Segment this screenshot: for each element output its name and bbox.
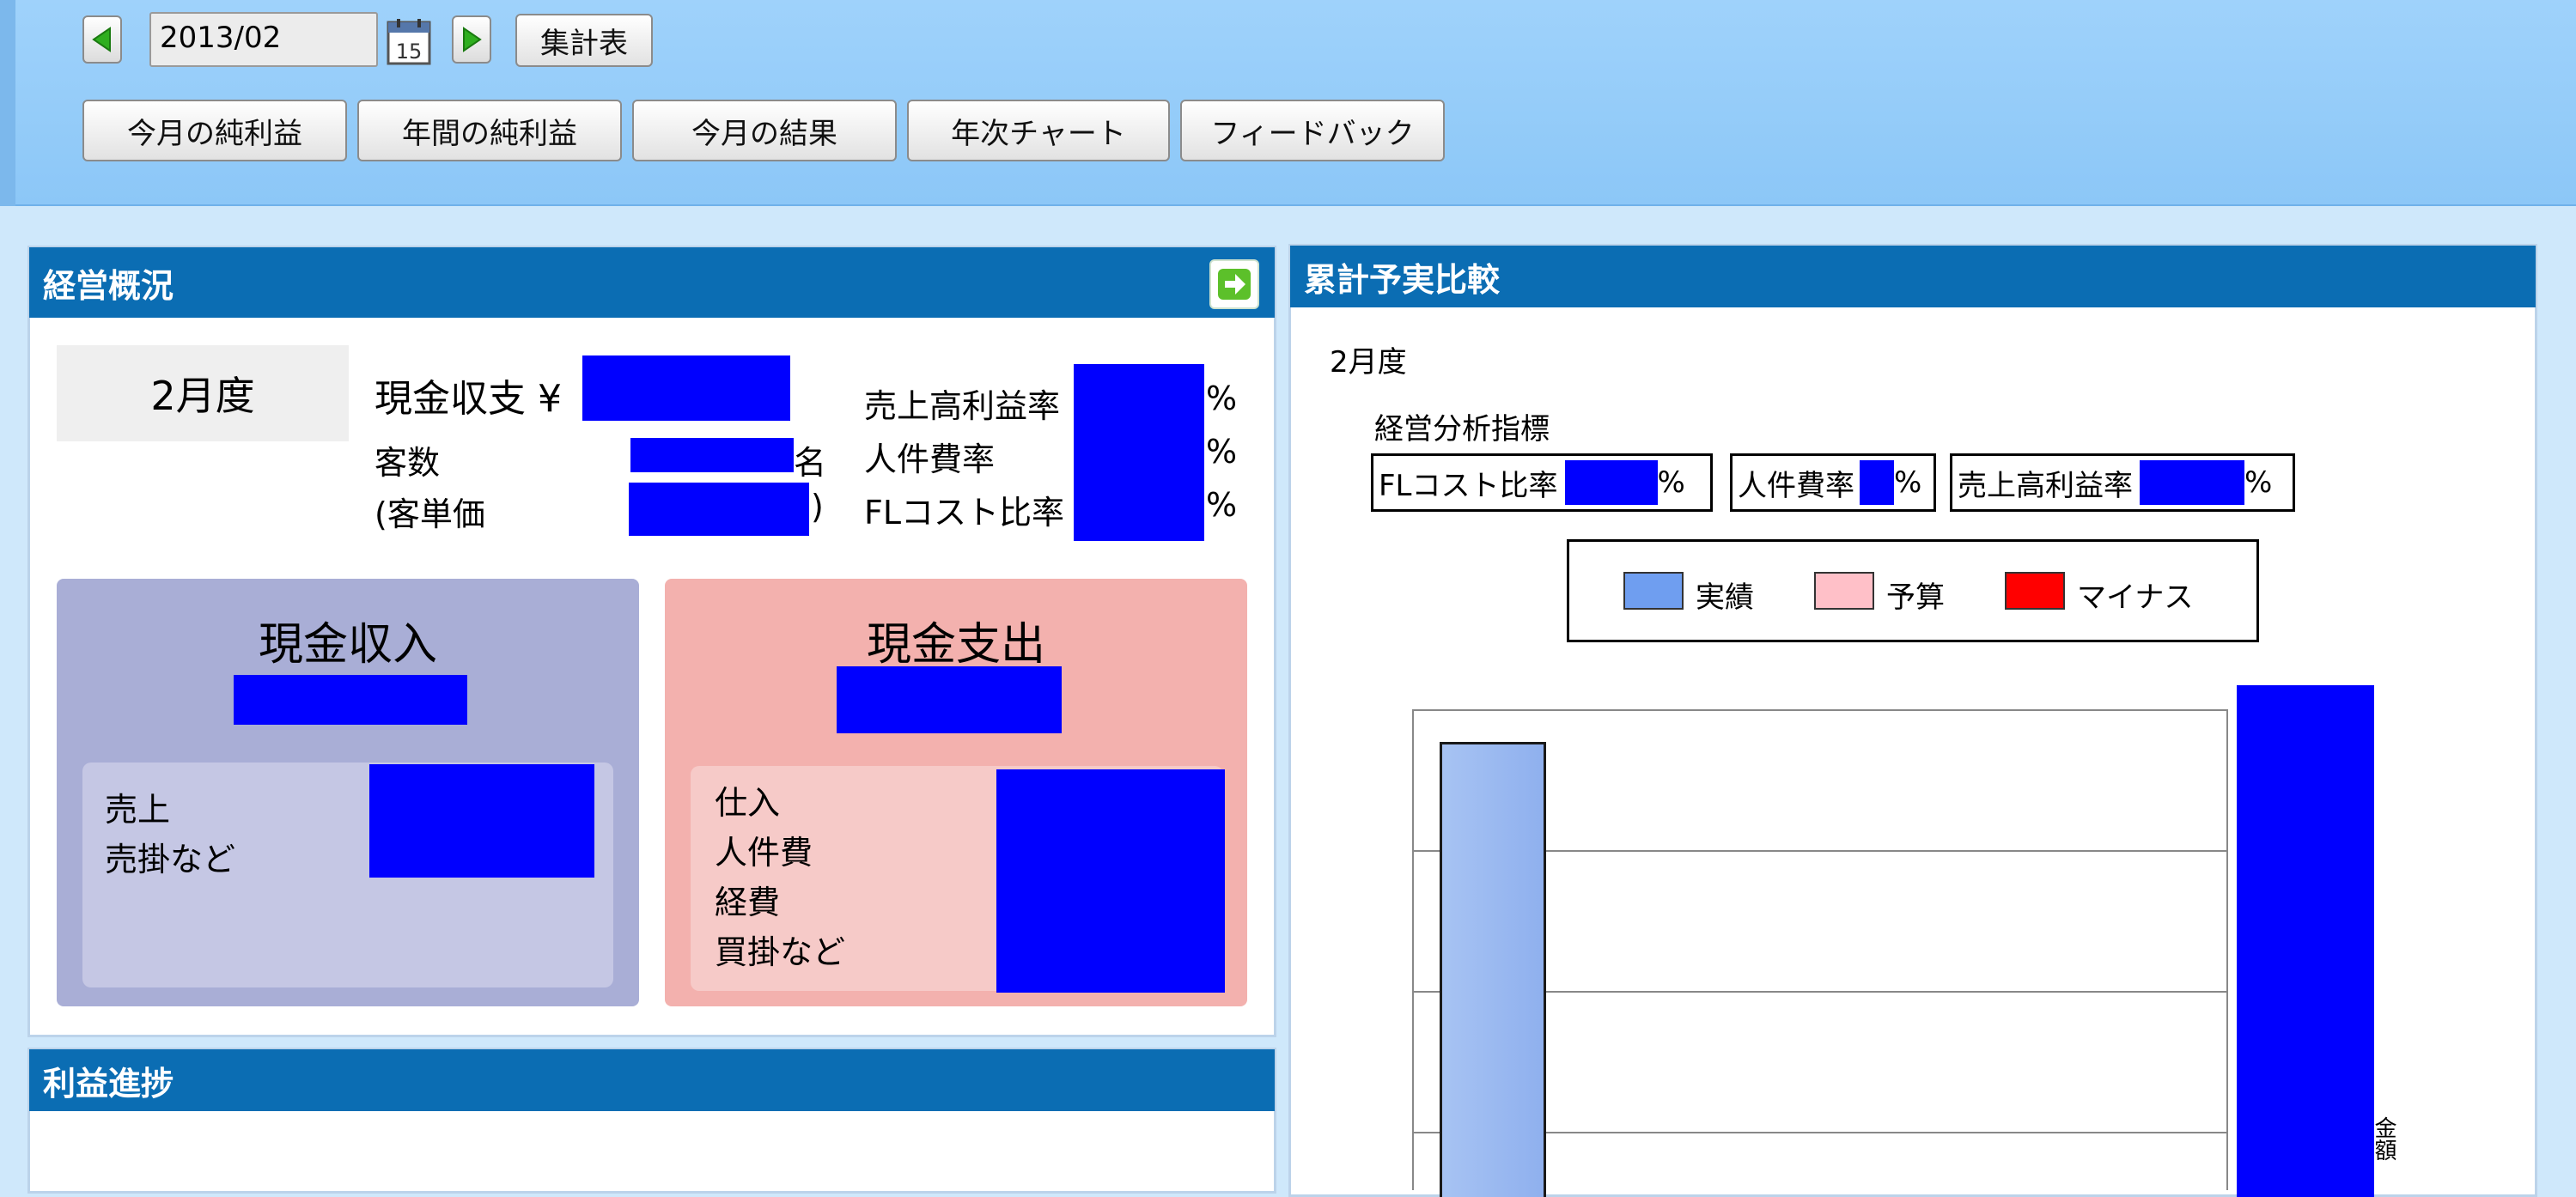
toolbar-edge bbox=[0, 0, 15, 206]
unit-price-label: (客単価 bbox=[375, 495, 485, 533]
indicator-profit-value bbox=[2140, 460, 2244, 505]
legend-swatch-actual bbox=[1623, 572, 1684, 610]
indicator-fl-value bbox=[1564, 460, 1658, 505]
month-date-input[interactable]: 2013/02 bbox=[149, 12, 378, 67]
comparison-month-label: 2月度 bbox=[1330, 345, 1407, 380]
sales-profit-rate-label: 売上高利益率 bbox=[864, 387, 1061, 425]
indicator-profit-percent: % bbox=[2244, 465, 2273, 500]
income-item-receivables: 売掛など bbox=[105, 841, 236, 878]
unit-price-close: ) bbox=[811, 488, 824, 526]
overview-title: 経営概況 bbox=[43, 266, 174, 305]
profit-progress-header: 利益進捗 bbox=[29, 1049, 1275, 1111]
labor-rate-percent: % bbox=[1206, 433, 1238, 471]
arrow-left-icon bbox=[92, 27, 111, 52]
unit-price-value bbox=[629, 483, 809, 536]
cash-expense-value bbox=[837, 666, 1062, 733]
ratios-values bbox=[1074, 364, 1204, 541]
indicator-profit: 売上高利益率 % bbox=[1950, 453, 2295, 512]
tab-annual-net-profit[interactable]: 年間の純利益 bbox=[357, 100, 622, 161]
overview-detail-button[interactable] bbox=[1209, 259, 1259, 309]
labor-rate-label: 人件費率 bbox=[864, 441, 996, 478]
indicator-labor-label: 人件費率 bbox=[1738, 468, 1854, 503]
chart-redacted-block bbox=[2237, 685, 2374, 1197]
profit-progress-title: 利益進捗 bbox=[43, 1064, 174, 1103]
calendar-icon[interactable]: 15 bbox=[387, 17, 431, 65]
overview-header: 経営概況 bbox=[29, 247, 1275, 318]
cash-income-value bbox=[234, 675, 467, 725]
indicator-labor: 人件費率 % bbox=[1730, 453, 1936, 512]
legend-label-minus: マイナス bbox=[2077, 580, 2194, 615]
indicator-fl-percent: % bbox=[1657, 465, 1685, 500]
fl-cost-percent: % bbox=[1206, 486, 1238, 524]
indicator-fl-label: FLコスト比率 bbox=[1379, 468, 1558, 503]
customers-value bbox=[630, 438, 794, 472]
summary-table-button[interactable]: 集計表 bbox=[515, 14, 653, 67]
indicators-title: 経営分析指標 bbox=[1374, 412, 1550, 447]
legend-swatch-budget bbox=[1814, 572, 1874, 610]
tab-monthly-net-profit[interactable]: 今月の純利益 bbox=[82, 100, 347, 161]
customers-unit: 名 bbox=[794, 444, 827, 482]
chart-axis-label: 金額 bbox=[2371, 1116, 2396, 1161]
legend-label-actual: 実績 bbox=[1696, 580, 1754, 615]
tab-monthly-results[interactable]: 今月の結果 bbox=[632, 100, 897, 161]
cash-balance-label: 現金収支 ¥ bbox=[375, 377, 562, 421]
customers-label: 客数 bbox=[375, 444, 441, 482]
legend-label-budget: 予算 bbox=[1886, 580, 1945, 615]
tab-annual-chart[interactable]: 年次チャート bbox=[907, 100, 1170, 161]
overview-month-label: 2月度 bbox=[57, 345, 349, 441]
comparison-title: 累計予実比較 bbox=[1304, 260, 1501, 299]
sales-profit-rate-percent: % bbox=[1206, 380, 1238, 417]
tab-feedback[interactable]: フィードバック bbox=[1180, 100, 1445, 161]
expense-item-expenses: 経費 bbox=[715, 884, 781, 921]
expense-detail-value bbox=[996, 769, 1225, 993]
arrow-right-icon bbox=[463, 27, 482, 52]
chart-bar-actual bbox=[1440, 742, 1546, 1197]
indicator-fl-cost: FLコスト比率 % bbox=[1371, 453, 1713, 512]
expense-item-purchases: 仕入 bbox=[715, 784, 781, 822]
income-item-sales: 売上 bbox=[105, 791, 171, 829]
arrow-right-icon bbox=[1218, 269, 1251, 300]
indicator-labor-value bbox=[1860, 460, 1894, 505]
indicator-labor-percent: % bbox=[1894, 465, 1922, 500]
cash-expense-title: 現金支出 bbox=[866, 619, 1045, 671]
indicator-profit-label: 売上高利益率 bbox=[1958, 468, 2133, 503]
income-detail-value bbox=[369, 764, 594, 878]
legend-swatch-minus bbox=[2005, 572, 2065, 610]
expense-item-labor: 人件費 bbox=[715, 834, 813, 872]
calendar-day-text: 15 bbox=[396, 39, 423, 64]
comparison-header: 累計予実比較 bbox=[1290, 246, 2536, 307]
cash-income-title: 現金収入 bbox=[258, 619, 437, 671]
fl-cost-label: FLコスト比率 bbox=[864, 494, 1065, 532]
prev-month-button[interactable] bbox=[82, 15, 122, 64]
expense-item-payables: 買掛など bbox=[715, 933, 846, 971]
cash-balance-value bbox=[582, 355, 790, 421]
next-month-button[interactable] bbox=[452, 15, 491, 64]
